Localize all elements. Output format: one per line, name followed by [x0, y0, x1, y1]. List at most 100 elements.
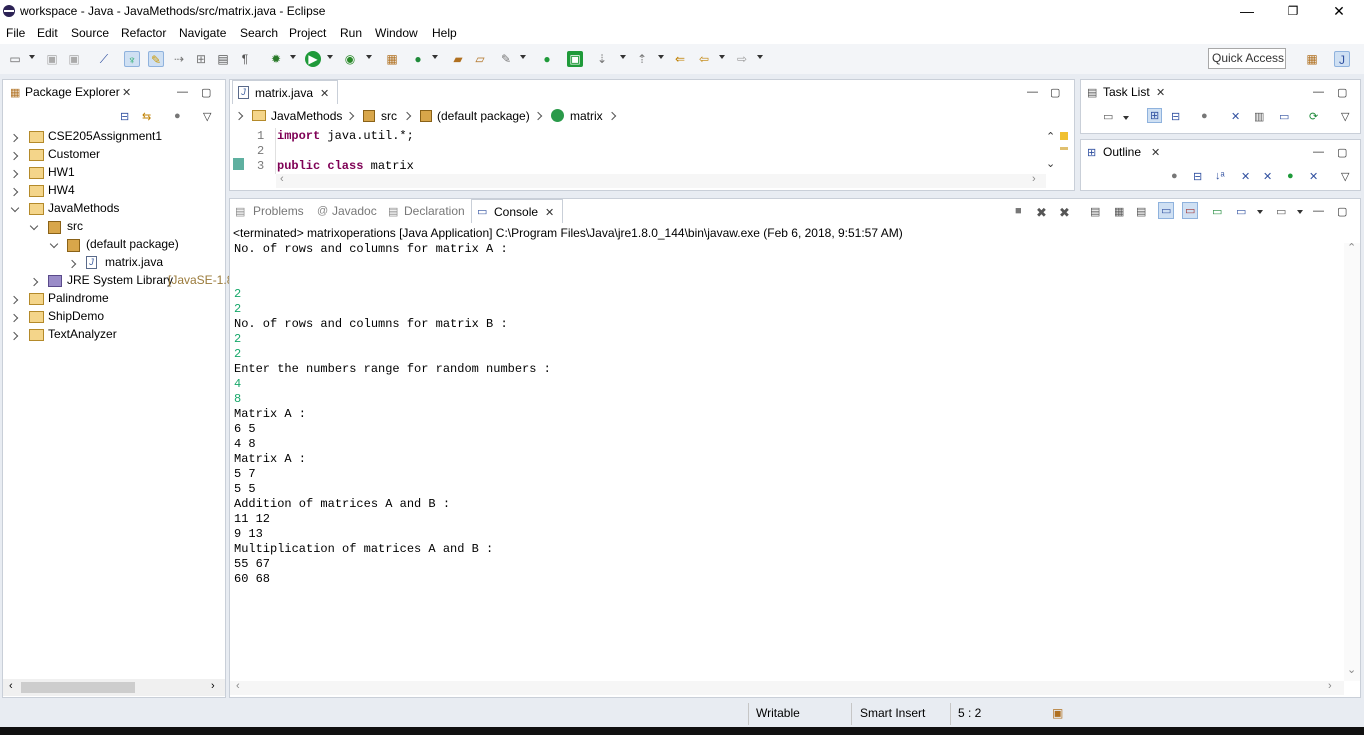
breadcrumb-arrow-icon[interactable] [607, 111, 617, 121]
view-menu-icon[interactable]: ▽ [1341, 170, 1349, 183]
console-hscrollbar[interactable]: ‹ › [230, 680, 1344, 695]
maximize-view-icon[interactable]: ▢ [1337, 205, 1347, 218]
block-selection-icon[interactable]: ⇢ [171, 51, 187, 67]
new-dropdown-icon[interactable] [29, 55, 35, 59]
hide-nonpublic-icon[interactable]: ● [1287, 170, 1294, 182]
collapse-arrow-icon[interactable] [29, 221, 39, 231]
menu-window[interactable]: Window [375, 26, 418, 40]
horizontal-scrollbar[interactable]: ‹ › [3, 679, 225, 696]
close-tab-icon[interactable]: ✕ [1156, 86, 1165, 99]
search-dropdown-icon[interactable] [520, 55, 526, 59]
code-line[interactable]: public class matrix [277, 159, 414, 173]
categorized-icon[interactable]: ⊞ [1147, 108, 1163, 123]
back-dropdown-icon[interactable] [719, 55, 725, 59]
hide-static-icon[interactable]: ✕ [1263, 170, 1272, 183]
collapse-all-icon[interactable]: ⊟ [120, 110, 129, 123]
clear-console-icon[interactable]: ▤ [1090, 205, 1100, 218]
scheduled-icon[interactable]: ⊟ [1171, 110, 1180, 123]
breadcrumb-arrow-icon[interactable] [345, 111, 355, 121]
scroll-lock-icon[interactable]: ▦ [1114, 205, 1124, 218]
tab-matrix-java[interactable]: J matrix.java ✕ [232, 80, 338, 104]
menu-search[interactable]: Search [240, 26, 278, 40]
pin-console-icon[interactable]: ▭ [1212, 205, 1222, 218]
editor-hscrollbar[interactable]: ‹ › [276, 173, 1046, 188]
tree-item-shipdemo[interactable]: ShipDemo [48, 309, 104, 323]
menu-project[interactable]: Project [289, 26, 326, 40]
terminal-icon[interactable]: ▣ [567, 51, 583, 67]
hide-completed-icon[interactable]: ✕ [1231, 110, 1240, 123]
tab-console-active[interactable]: ▭ Console ✕ [471, 199, 563, 223]
tree-item-matrix-java[interactable]: matrix.java [105, 255, 163, 269]
open-console-dropdown-icon[interactable] [1297, 210, 1303, 214]
minimize-button[interactable]: — [1224, 0, 1270, 24]
tab-javadoc[interactable]: Javadoc [332, 204, 377, 218]
tree-item-javamethods[interactable]: JavaMethods [48, 201, 119, 215]
background-tasks-icon[interactable]: ▣ [1052, 706, 1063, 720]
maximize-view-icon[interactable]: ▢ [201, 86, 211, 99]
close-tab-icon[interactable]: ✕ [1151, 146, 1160, 159]
show-whitespace-icon[interactable]: ▤ [215, 51, 231, 67]
word-wrap-icon[interactable]: ⊞ [193, 51, 209, 67]
maximize-view-icon[interactable]: ▢ [1337, 86, 1347, 99]
minimize-view-icon[interactable]: — [177, 86, 188, 98]
open-console-icon[interactable]: ▭ [1276, 205, 1286, 218]
tree-item-jre-system-library[interactable]: JRE System Library [67, 273, 173, 287]
scroll-left-icon[interactable]: ‹ [9, 680, 13, 692]
expand-arrow-icon[interactable] [9, 313, 19, 323]
skip-breakpoints-icon[interactable]: ⟋ [96, 51, 112, 67]
tree-item-hw1[interactable]: HW1 [48, 165, 75, 179]
expand-arrow-icon[interactable] [9, 331, 19, 341]
show-on-stderr-icon[interactable]: ▭ [1182, 202, 1199, 219]
terminate-icon[interactable]: ■ [1015, 205, 1022, 217]
menu-refactor[interactable]: Refactor [121, 26, 166, 40]
breadcrumb-project[interactable]: JavaMethods [271, 109, 342, 123]
toggle-breadcrumb-icon[interactable]: ♆ [124, 51, 140, 67]
tree-item-src[interactable]: src [67, 219, 83, 233]
remove-launch-icon[interactable]: ✖ [1036, 205, 1047, 221]
tree-item-default-package[interactable]: (default package) [86, 237, 179, 251]
scroll-right-icon[interactable]: › [211, 680, 215, 692]
collapse-tasks-icon[interactable]: ▥ [1254, 110, 1264, 123]
new-class-dropdown-icon[interactable] [432, 55, 438, 59]
tab-problems[interactable]: Problems [253, 204, 304, 218]
code-line[interactable]: import java.util.*; [277, 129, 414, 143]
save-all-icon[interactable]: ▣ [66, 51, 82, 67]
minimize-view-icon[interactable]: — [1313, 86, 1324, 98]
mark-occurrences-icon[interactable]: ✎ [148, 51, 164, 67]
expand-arrow-icon[interactable] [9, 295, 19, 305]
external-tools-icon[interactable]: ◉ [342, 51, 358, 67]
minimize-view-icon[interactable]: — [1313, 205, 1324, 217]
maximize-view-icon[interactable]: ▢ [1050, 86, 1060, 99]
previous-annotation-icon[interactable]: ⇡ [634, 51, 650, 67]
task-list-title[interactable]: Task List [1103, 85, 1150, 99]
close-tab-icon[interactable]: ✕ [122, 86, 131, 99]
scroll-left-icon[interactable]: ‹ [280, 173, 284, 185]
menu-help[interactable]: Help [432, 26, 457, 40]
breadcrumb-src[interactable]: src [381, 109, 397, 123]
toggle-ant-icon[interactable]: ● [539, 51, 555, 67]
close-tab-icon[interactable]: ✕ [320, 87, 329, 100]
external-tools-dropdown-icon[interactable] [366, 55, 372, 59]
scroll-left-icon[interactable]: ‹ [236, 680, 240, 692]
breadcrumb-arrow-icon[interactable] [533, 111, 543, 121]
back-icon[interactable]: ⇦ [696, 51, 712, 67]
hide-fields-icon[interactable]: ✕ [1241, 170, 1250, 183]
scroll-up-icon[interactable]: ⌃ [1046, 130, 1055, 143]
focus-active-task-icon[interactable]: ● [174, 110, 181, 122]
run-dropdown-icon[interactable] [327, 55, 333, 59]
pilcrow-icon[interactable]: ¶ [237, 51, 253, 67]
maximize-view-icon[interactable]: ▢ [1337, 146, 1347, 159]
new-class-icon[interactable]: ● [410, 51, 426, 67]
collapse-all-icon[interactable]: ⊟ [1193, 170, 1202, 183]
minimize-view-icon[interactable]: — [1313, 146, 1324, 158]
menu-file[interactable]: File [6, 26, 25, 40]
new-icon[interactable]: ▭ [7, 51, 23, 67]
scroll-down-icon[interactable]: ⌄ [1347, 663, 1356, 676]
debug-icon[interactable]: ✹ [268, 51, 284, 67]
open-perspective-icon[interactable]: ▦ [1304, 51, 1320, 67]
view-menu-icon[interactable]: ▽ [203, 110, 211, 123]
breadcrumb-class[interactable]: matrix [570, 109, 603, 123]
tree-item-customer[interactable]: Customer [48, 147, 100, 161]
new-task-dropdown-icon[interactable] [1123, 116, 1129, 120]
expand-arrow-icon[interactable] [9, 169, 19, 179]
